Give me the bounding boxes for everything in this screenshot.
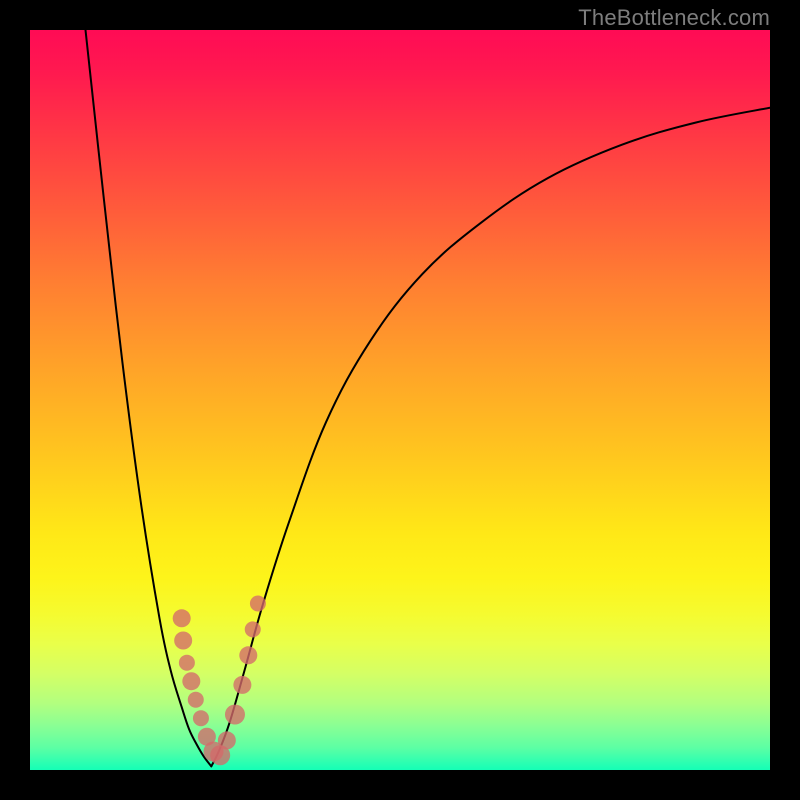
sample-dot xyxy=(239,646,257,664)
sample-dot xyxy=(245,621,261,637)
sample-dot xyxy=(188,692,204,708)
curve-layer xyxy=(30,30,770,770)
sample-dot xyxy=(193,710,209,726)
sample-dot xyxy=(173,609,191,627)
sample-dot xyxy=(233,676,251,694)
curve-left-branch xyxy=(86,30,212,766)
sample-dot xyxy=(179,655,195,671)
sample-dot xyxy=(225,705,245,725)
sample-dot xyxy=(250,596,266,612)
watermark-text: TheBottleneck.com xyxy=(578,5,770,31)
sample-dots xyxy=(173,596,266,766)
sample-dot xyxy=(182,672,200,690)
sample-dot xyxy=(218,731,236,749)
curve-right-branch xyxy=(211,108,770,767)
plot-area xyxy=(30,30,770,770)
chart-frame: TheBottleneck.com xyxy=(0,0,800,800)
sample-dot xyxy=(174,632,192,650)
